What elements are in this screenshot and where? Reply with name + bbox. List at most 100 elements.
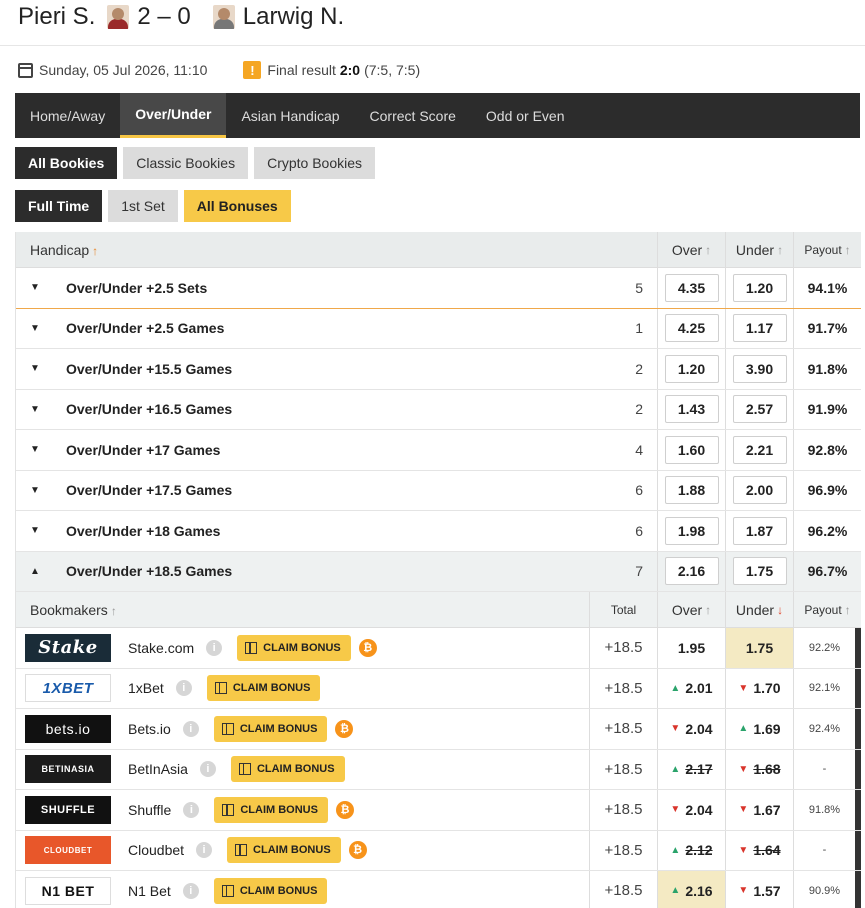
under-odds[interactable]: 1.17 (732, 314, 787, 343)
expand-icon[interactable]: ▼ (16, 404, 54, 415)
over-odds[interactable]: 1.98 (664, 516, 719, 545)
tab-correct-score[interactable]: Correct Score (355, 93, 471, 138)
under-header[interactable]: Under ↑ (725, 232, 793, 267)
market-list: ▼ Over/Under +2.5 Sets 5 4.35 1.20 94.1% ▼ Over… (16, 268, 861, 592)
market-row[interactable]: ▼ Over/Under +17 Games 4 1.60 2.21 92.8% (16, 430, 861, 471)
result-sets: (7:5, 7:5) (364, 62, 421, 78)
bookmaker-logo[interactable]: CLOUDBET (25, 836, 111, 865)
bookmaker-name[interactable]: 1xBet (128, 680, 164, 696)
under-odds-cell[interactable]: ▼ 1.70 (725, 668, 793, 708)
bookmaker-name[interactable]: Shuffle (128, 802, 171, 818)
info-icon[interactable]: i (206, 639, 223, 656)
filter-full-time[interactable]: Full Time (15, 190, 103, 222)
bookmaker-name[interactable]: Cloudbet (128, 842, 184, 858)
over-odds-cell[interactable]: ▼ 2.04 (657, 709, 725, 749)
claim-bonus-button[interactable]: CLAIM BONUS (213, 877, 328, 904)
filter-all-bonuses[interactable]: All Bonuses (183, 190, 291, 222)
market-row[interactable]: ▼ Over/Under +16.5 Games 2 1.43 2.57 91.9% (16, 389, 861, 430)
bookmaker-logo[interactable]: Stake (25, 633, 111, 662)
expand-icon[interactable]: ▼ (16, 323, 54, 334)
info-icon[interactable]: i (183, 801, 200, 818)
under-odds[interactable]: 1.20 (732, 273, 787, 302)
payout-column-header[interactable]: Payout ↑ (793, 592, 861, 627)
under-odds[interactable]: 2.00 (732, 476, 787, 505)
claim-bonus-button[interactable]: CLAIM BONUS (227, 837, 341, 864)
under-odds[interactable]: 2.57 (732, 395, 787, 424)
over-odds[interactable]: 1.43 (664, 395, 719, 424)
bookmakers-column-header[interactable]: Bookmakers ↑ (16, 602, 589, 618)
tab-asian-handicap[interactable]: Asian Handicap (226, 93, 354, 138)
over-odds[interactable]: 1.60 (664, 435, 719, 464)
bookmaker-logo[interactable]: 1XBET (25, 674, 111, 703)
bookmaker-logo[interactable]: BETINASIA (25, 755, 111, 784)
over-header[interactable]: Over ↑ (657, 232, 725, 267)
tab-over-under[interactable]: Over/Under (120, 93, 227, 138)
bookmaker-name[interactable]: Stake.com (128, 640, 194, 656)
expand-icon[interactable]: ▼ (16, 282, 54, 293)
over-odds[interactable]: 2.16 (664, 557, 719, 586)
over-odds-cell[interactable]: ▼ 2.04 (657, 790, 725, 830)
over-column-header[interactable]: Over ↑ (657, 592, 725, 627)
over-odds[interactable]: 4.35 (664, 273, 719, 302)
market-row[interactable]: ▼ Over/Under +2.5 Sets 5 4.35 1.20 94.1% (16, 268, 861, 309)
sort-arrow-icon: ↑ (705, 242, 712, 257)
over-odds-cell[interactable]: ▲ 2.12 (657, 830, 725, 870)
over-odds[interactable]: 4.25 (664, 314, 719, 343)
claim-bonus-button[interactable]: CLAIM BONUS (214, 796, 328, 823)
claim-bonus-button[interactable]: CLAIM BONUS (230, 756, 345, 783)
claim-bonus-button[interactable]: CLAIM BONUS (213, 715, 328, 742)
under-odds-cell[interactable]: ▼ 1.68 (725, 749, 793, 789)
handicap-header[interactable]: Handicap ↑ (16, 242, 657, 258)
market-row[interactable]: ▼ Over/Under +17.5 Games 6 1.88 2.00 96.9% (16, 470, 861, 511)
away-player[interactable]: Larwig N. (243, 3, 344, 31)
over-odds-cell[interactable]: ▲ 2.16 (657, 871, 725, 908)
expand-icon[interactable]: ▼ (16, 363, 54, 374)
expand-icon[interactable]: ▼ (16, 485, 54, 496)
payout-header[interactable]: Payout ↑ (793, 232, 861, 267)
market-row[interactable]: ▼ Over/Under +15.5 Games 2 1.20 3.90 91.8% (16, 349, 861, 390)
over-odds[interactable]: 1.20 (664, 354, 719, 383)
over-odds-cell[interactable]: ▲ 2.01 (657, 668, 725, 708)
claim-bonus-button[interactable]: CLAIM BONUS (206, 675, 321, 702)
info-icon[interactable]: i (199, 761, 216, 778)
under-column-header[interactable]: Under ↓ (725, 592, 793, 627)
payout-value: 90.9% (793, 871, 861, 908)
bookmaker-name[interactable]: BetInAsia (128, 761, 188, 777)
info-icon[interactable]: i (175, 680, 192, 697)
tab-odd-or-even[interactable]: Odd or Even (471, 93, 580, 138)
expand-icon[interactable]: ▼ (16, 525, 54, 536)
info-icon[interactable]: i (182, 720, 199, 737)
filter-1st-set[interactable]: 1st Set (108, 190, 178, 222)
bookmaker-name[interactable]: N1 Bet (128, 883, 171, 899)
over-odds-cell[interactable]: ▲ 2.17 (657, 749, 725, 789)
under-odds[interactable]: 2.21 (732, 435, 787, 464)
market-row[interactable]: ▼ Over/Under +18 Games 6 1.98 1.87 96.2% (16, 511, 861, 552)
collapse-icon[interactable]: ▲ (16, 566, 54, 577)
under-odds-cell[interactable]: ▼ 1.57 (725, 871, 793, 908)
under-odds[interactable]: 1.75 (732, 557, 787, 586)
tab-home-away[interactable]: Home/Away (15, 93, 120, 138)
market-row[interactable]: ▲ Over/Under +18.5 Games 7 2.16 1.75 96.7% (16, 551, 861, 592)
over-odds[interactable]: 1.88 (664, 476, 719, 505)
under-odds-cell[interactable]: 1.75 (725, 628, 793, 668)
bookmaker-logo[interactable]: bets.io (25, 714, 111, 743)
info-icon[interactable]: i (196, 842, 213, 859)
filter-crypto-bookies[interactable]: Crypto Bookies (254, 147, 376, 179)
home-player[interactable]: Pieri S. (18, 3, 95, 31)
bookmaker-logo[interactable]: N1 BET (25, 876, 111, 905)
under-odds-cell[interactable]: ▲ 1.69 (725, 709, 793, 749)
under-odds[interactable]: 3.90 (732, 354, 787, 383)
info-icon[interactable]: i (182, 882, 199, 899)
filter-all-bookies[interactable]: All Bookies (15, 147, 118, 179)
total-value: +18.5 (589, 749, 657, 789)
over-odds-cell[interactable]: 1.95 (657, 628, 725, 668)
under-odds-cell[interactable]: ▼ 1.64 (725, 830, 793, 870)
bookmaker-logo[interactable]: SHUFFLE (25, 795, 111, 824)
claim-bonus-button[interactable]: CLAIM BONUS (237, 634, 351, 661)
filter-classic-bookies[interactable]: Classic Bookies (123, 147, 249, 179)
expand-icon[interactable]: ▼ (16, 444, 54, 455)
bookmaker-name[interactable]: Bets.io (128, 721, 171, 737)
market-row[interactable]: ▼ Over/Under +2.5 Games 1 4.25 1.17 91.7% (16, 308, 861, 349)
under-odds-cell[interactable]: ▼ 1.67 (725, 790, 793, 830)
under-odds[interactable]: 1.87 (732, 516, 787, 545)
